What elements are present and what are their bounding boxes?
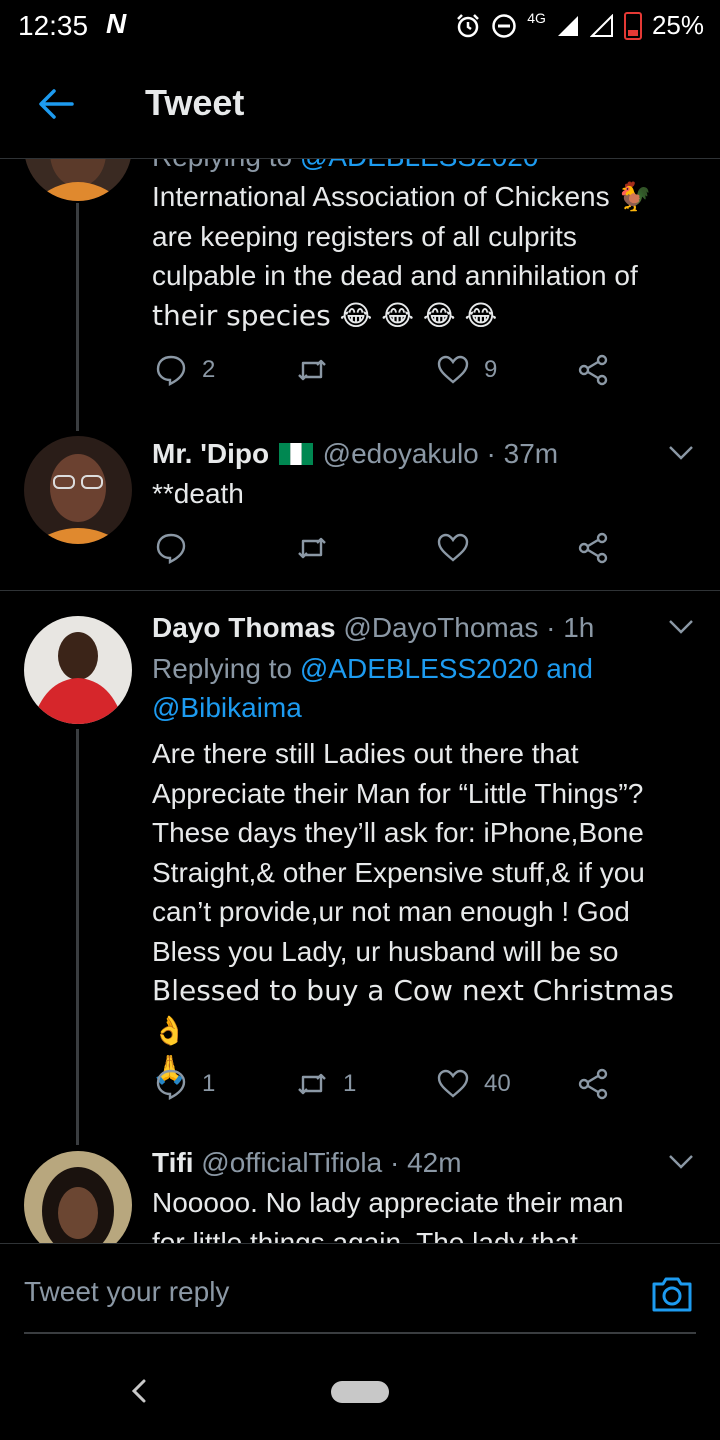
tweet-header: Dayo Thomas @DayoThomas · 1h [152,610,594,646]
mention-link[interactable]: @ADEBLESS2020 [300,159,539,172]
camera-icon[interactable] [650,1272,694,1316]
tweet-text-line: are keeping registers of all culprits [152,220,577,252]
like-button[interactable] [436,531,484,565]
reply-input-underline [24,1332,696,1334]
comment-icon [156,533,186,564]
tweet-text: International Association of Chickens 🐓 … [152,177,697,335]
app-bar: Tweet [0,52,720,159]
tweet-text-line: Straight,& other Expensive stuff,& if yo… [152,856,645,888]
tweet-header: Mr. 'Dipo @edoyakulo · 37m [152,436,558,472]
mention-link[interactable]: @ADEBLESS2020 and [300,653,593,684]
like-count: 9 [484,356,498,383]
avatar[interactable] [24,616,132,724]
battery-icon [623,11,642,40]
alarm-icon [457,13,480,37]
arrow-left-icon[interactable] [36,84,76,124]
thread-line [76,203,79,431]
heart-icon [437,355,469,384]
replying-to: Replying to @ADEBLESS2020 and @Bibikaima [152,649,697,727]
tweet-text: Nooooo. No lady appreciate their man for… [152,1183,697,1243]
nav-back-icon[interactable] [128,1377,150,1405]
replying-to: Replying to @ADEBLESS2020 [152,159,697,176]
tweet-text-line: can’t provide,ur not man enough ! God [152,896,630,927]
reply-button[interactable] [154,531,202,565]
tweet-header: Tifi @officialTifiola · 42m [152,1145,462,1181]
tweet-text-line: Appreciate their Man for “Little Things”… [152,777,644,809]
network-type: 4G [527,9,546,26]
battery-percent: 25% [651,10,704,40]
share-button[interactable] [576,531,610,565]
user-name[interactable]: Mr. 'Dipo [152,438,269,469]
user-handle[interactable]: @edoyakulo · 37m [323,438,558,469]
avatar[interactable] [24,1151,132,1243]
avatar[interactable] [24,436,132,544]
retweet-button[interactable] [295,353,343,387]
tweet-text-line: Nooooo. No lady appreciate their man [152,1187,624,1218]
replying-prefix: Replying to [152,653,293,684]
heart-icon [437,533,469,562]
comment-icon [156,355,186,386]
flag-icon [278,438,313,465]
tweet-actions: 2 9 [152,353,632,393]
tweet-text-line: for little things again. The lady that [152,1226,578,1244]
user-name[interactable]: Dayo Thomas [152,612,336,643]
comment-icon [156,1069,186,1100]
share-icon [578,354,608,386]
user-handle[interactable]: @officialTifiola · 42m [201,1147,461,1178]
tweet-text-line: their species 😂 😂 😂 😂 [152,298,498,332]
chevron-down-icon[interactable] [668,1154,694,1170]
reply-input[interactable]: Tweet your reply [24,1276,229,1308]
retweet-button[interactable]: 1 [295,1067,356,1101]
tweet-text-line: Are there still Ladies out there that [152,738,579,769]
retweet-count: 1 [343,1070,357,1097]
reply-button[interactable]: 1 [154,1067,215,1101]
status-time: 12:35 [18,10,89,41]
share-button[interactable] [576,1067,610,1101]
tweet-actions [152,531,632,571]
page-title: Tweet [145,82,245,123]
signal-no-sim-icon [589,13,613,37]
divider [0,590,720,591]
reply-button[interactable]: 2 [154,353,215,387]
status-icons: 4G 25% [455,10,704,41]
signal-icon [557,15,578,36]
reply-composer: Tweet your reply [0,1243,720,1344]
retweet-icon [298,1073,326,1095]
retweet-button[interactable] [295,531,343,565]
share-button[interactable] [576,353,610,387]
tweet-text: Are there still Ladies out there that Ap… [152,734,697,1090]
status-bar: 12:35 N 4G 25% [0,0,720,52]
heart-icon [437,1069,469,1098]
tweet-text-line: International Association of Chickens 🐓 [152,181,653,212]
reply-count: 2 [202,356,216,383]
netflix-notification-icon: N [106,8,127,39]
avatar[interactable] [24,159,132,201]
like-button[interactable]: 40 [436,1067,511,1101]
tweet-text-line: culpable in the dead and annihilation of [152,260,638,291]
like-count: 40 [484,1070,511,1097]
do-not-disturb-icon [492,13,517,38]
share-icon [578,532,608,564]
tweet-text: **death [152,478,244,509]
retweet-icon [298,537,326,559]
tweet-text-line: Bless you Lady, ur husband will be so [152,935,619,967]
chevron-down-icon[interactable] [668,619,694,635]
thread-line [76,729,79,1145]
tweet-text-line: These days they’ll ask for: iPhone,Bone [152,817,644,848]
tweet-actions: 1 1 40 [152,1067,632,1107]
system-nav-bar [0,1343,720,1440]
reply-count: 1 [202,1070,216,1097]
like-button[interactable]: 9 [436,353,497,387]
user-name[interactable]: Tifi [152,1147,193,1178]
chevron-down-icon[interactable] [668,445,694,461]
replying-prefix: Replying to [152,159,292,172]
mention-link[interactable]: @Bibikaima [152,688,697,727]
share-icon [578,1068,608,1100]
user-handle[interactable]: @DayoThomas · 1h [343,612,594,643]
tweet-feed[interactable]: Replying to @ADEBLESS2020 International … [0,159,720,1243]
retweet-icon [298,359,326,381]
home-pill[interactable] [331,1381,389,1403]
tweet-text-line: Blessed to buy a Cow next Christmas 👌 [152,974,674,1047]
